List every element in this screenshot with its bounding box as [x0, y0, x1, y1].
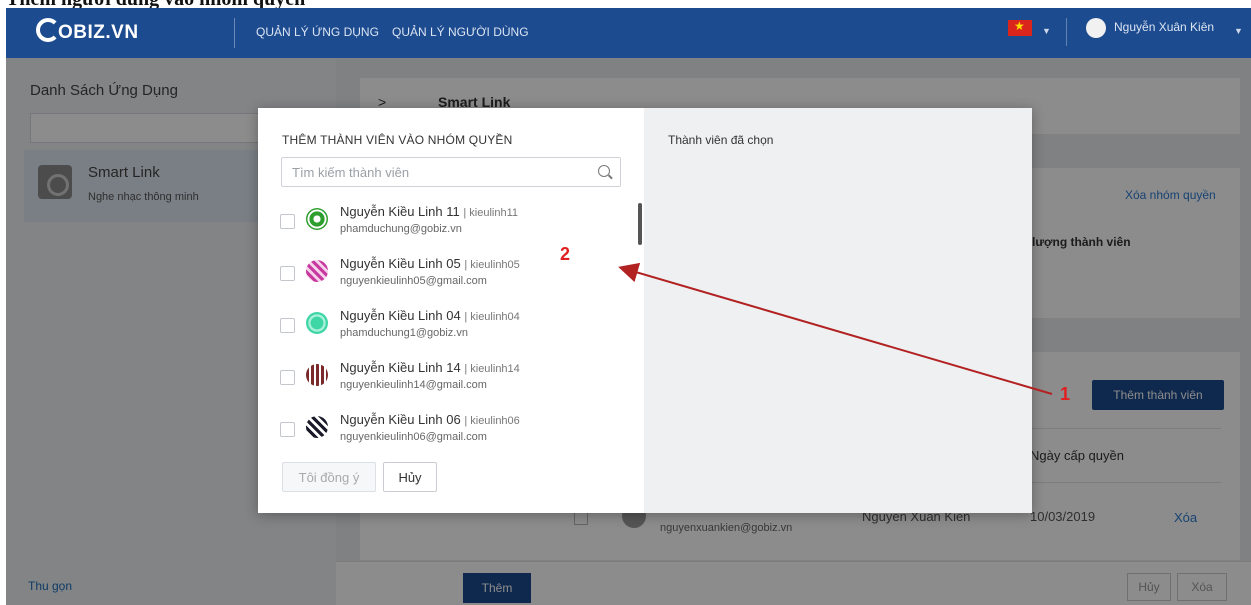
annotation-arrow [618, 262, 1053, 395]
annotation-step-1: 1 [1060, 384, 1071, 404]
annotation-step-2: 2 [560, 244, 571, 264]
